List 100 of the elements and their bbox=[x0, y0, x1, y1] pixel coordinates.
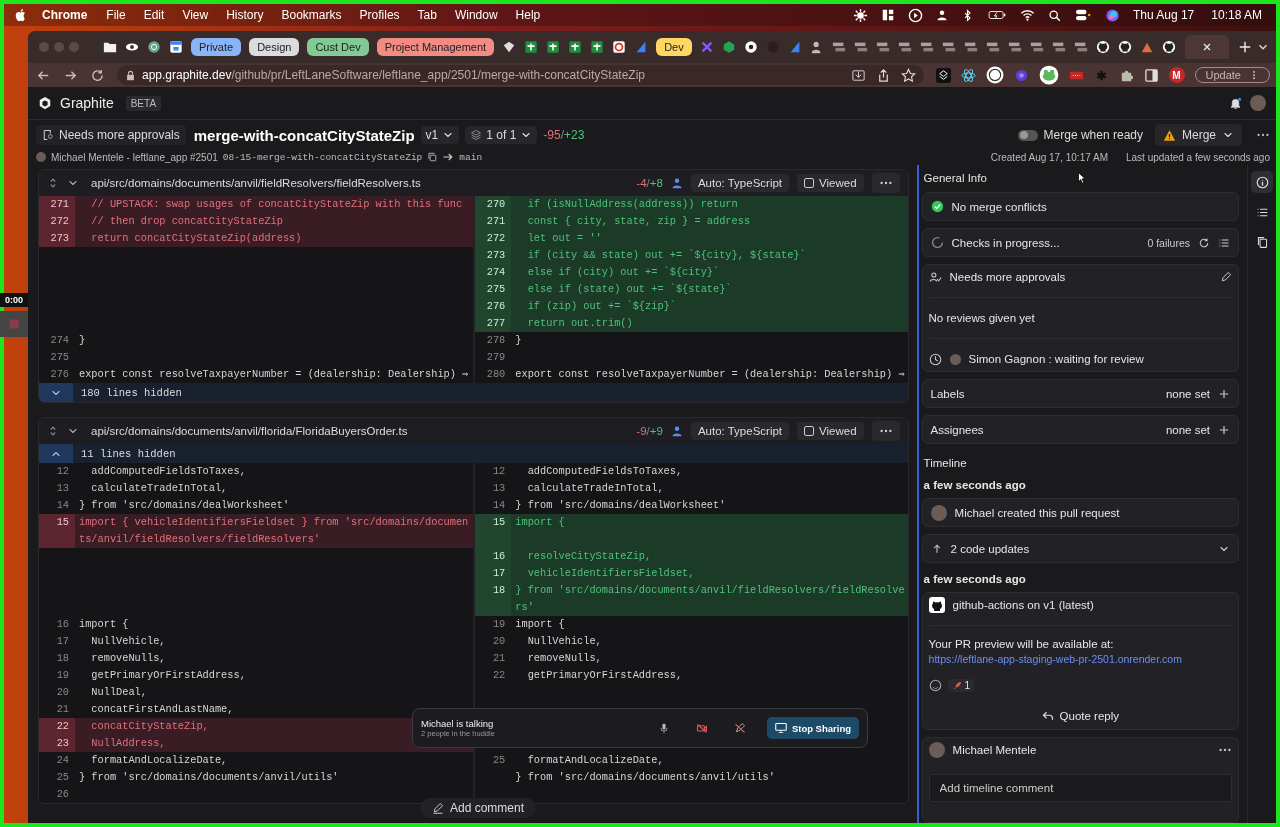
author-text: Michael Mentele - leftlane_app #2501 bbox=[51, 151, 218, 163]
line-number: 20 bbox=[492, 635, 506, 647]
expand-lines-button[interactable] bbox=[39, 383, 73, 402]
url-text: app.graphite.dev/github/pr/LeftLaneSoftware/leftlane_app/2501/merge-with-concatCityStateZip bbox=[142, 68, 645, 82]
install-icon[interactable] bbox=[850, 67, 866, 83]
person-icon bbox=[670, 177, 683, 189]
battery-icon[interactable] bbox=[986, 8, 1007, 22]
version-dropdown[interactable]: v1 bbox=[420, 126, 460, 144]
viewed-checkbox[interactable]: Viewed bbox=[797, 174, 864, 192]
viewed-checkbox[interactable]: Viewed bbox=[797, 422, 864, 440]
code-text: const { city, state, zip } = address bbox=[526, 215, 751, 227]
star-icon[interactable] bbox=[900, 67, 916, 83]
menu-item[interactable]: File bbox=[97, 8, 135, 22]
emoji-icon[interactable] bbox=[928, 678, 942, 692]
search-icon[interactable] bbox=[1047, 8, 1061, 22]
apple-icon[interactable] bbox=[14, 8, 28, 22]
preview-link[interactable]: https://leftlane-app-staging-web-pr-2501.onrender.com bbox=[928, 652, 1233, 667]
menu-item[interactable]: Edit bbox=[134, 8, 174, 22]
app-menu[interactable]: Chrome bbox=[28, 8, 98, 22]
sidebar-tab[interactable] bbox=[1251, 171, 1273, 193]
add-button[interactable] bbox=[1218, 387, 1231, 400]
menu-item[interactable]: History bbox=[217, 8, 273, 22]
refresh-icon[interactable] bbox=[1198, 236, 1211, 249]
merge-when-ready-toggle[interactable] bbox=[1017, 129, 1038, 141]
reviewer-icon bbox=[928, 270, 942, 284]
quote-reply-button[interactable]: Quote reply bbox=[922, 703, 1239, 729]
code-text: NullVehicle, bbox=[90, 635, 166, 647]
sun-icon[interactable] bbox=[852, 7, 868, 23]
user-avatar[interactable] bbox=[1250, 95, 1266, 111]
line-number: 272 bbox=[50, 215, 69, 227]
code-text: vehicleIdentifiersFieldset, bbox=[526, 567, 695, 579]
comment-input[interactable]: Add timeline comment bbox=[928, 774, 1233, 802]
plus-icon bbox=[1218, 423, 1231, 436]
expand-lines-button[interactable] bbox=[39, 444, 73, 463]
window-icon bbox=[941, 40, 956, 54]
reload-icon[interactable] bbox=[90, 67, 105, 83]
line-number: 274 bbox=[486, 266, 506, 278]
branch-name: 08-15-merge-with-concatCityStateZip bbox=[222, 151, 423, 163]
line-number: 271 bbox=[486, 215, 506, 227]
line-number: 25 bbox=[492, 754, 506, 766]
approval-status: Needs more approvals bbox=[949, 271, 1066, 283]
play-icon[interactable] bbox=[907, 7, 923, 23]
monitor-icon bbox=[774, 722, 787, 734]
gear-icon[interactable] bbox=[1013, 67, 1029, 83]
menubar-clock: 10:18 AM bbox=[1210, 8, 1262, 22]
tab-group-chip[interactable]: Dev bbox=[656, 38, 692, 56]
profile-avatar[interactable]: M bbox=[1168, 67, 1185, 83]
line-number: 270 bbox=[486, 198, 506, 210]
circle-icon bbox=[146, 40, 161, 54]
layers-icon[interactable] bbox=[935, 67, 951, 83]
reaction-chip[interactable]: 1 bbox=[947, 678, 975, 692]
stop-sharing-button[interactable]: Stop Sharing bbox=[766, 717, 859, 739]
edit-icon[interactable] bbox=[1220, 271, 1233, 283]
line-number: 18 bbox=[56, 652, 69, 664]
code-text: export const resolveTaxpayerNumber = (dealership: Dealership) ⇒ bbox=[515, 368, 905, 380]
code-text: import { bbox=[79, 618, 129, 630]
orb-icon[interactable] bbox=[1104, 7, 1120, 23]
sidebar-field[interactable]: Assignees none set bbox=[921, 415, 1240, 444]
code-text: calculateTradeInTotal, bbox=[526, 482, 664, 494]
lock-icon bbox=[125, 69, 136, 81]
tab-group-chip[interactable]: Design bbox=[249, 38, 300, 56]
spreadsheet-icon bbox=[524, 40, 539, 54]
tab-group-chip[interactable]: Cust Dev bbox=[307, 38, 369, 56]
merge-button[interactable]: Merge bbox=[1155, 124, 1242, 146]
new-tab-icon[interactable] bbox=[1238, 40, 1252, 54]
sidebar-icon[interactable] bbox=[1143, 67, 1159, 83]
tab-group-chip[interactable]: Project Management bbox=[376, 38, 495, 56]
menu-item[interactable]: View bbox=[173, 8, 218, 22]
toggle-label: Merge when ready bbox=[1043, 128, 1143, 142]
atom-icon[interactable] bbox=[960, 67, 976, 83]
menu-item[interactable]: Profiles bbox=[350, 8, 409, 22]
code-text: getPrimaryOrFirstAddress, bbox=[90, 669, 246, 681]
wifi-icon[interactable] bbox=[1019, 8, 1035, 22]
stack-dropdown[interactable]: 1 of 1 bbox=[465, 126, 538, 144]
user-avatar bbox=[928, 742, 945, 758]
line-number: 12 bbox=[492, 465, 506, 477]
menu-item[interactable]: Help bbox=[506, 8, 550, 22]
code-updates-row[interactable]: 2 code updates bbox=[921, 534, 1240, 563]
language-button[interactable]: Auto: TypeScript bbox=[690, 174, 790, 192]
compass-icon[interactable] bbox=[985, 66, 1004, 84]
grid-icon[interactable] bbox=[880, 8, 895, 22]
line-number: 21 bbox=[56, 703, 69, 715]
bell-icon[interactable] bbox=[1229, 96, 1242, 110]
code-text: calculateTradeInTotal, bbox=[90, 482, 228, 494]
code-text: } from 'src/domains/dealWorksheet' bbox=[79, 499, 290, 511]
copy-icon[interactable] bbox=[427, 152, 438, 162]
code-text: } from 'src/domains/dealWorksheet' bbox=[515, 499, 726, 511]
sidebar-field[interactable]: Labels none set bbox=[921, 379, 1240, 408]
language-button[interactable]: Auto: TypeScript bbox=[690, 422, 790, 440]
tab-group-chip[interactable]: Private bbox=[190, 38, 242, 56]
add-button[interactable] bbox=[1218, 423, 1231, 436]
address-bar[interactable]: app.graphite.dev/github/pr/LeftLaneSoftware/leftlane_app/2501/merge-with-concatCityStateZip bbox=[117, 65, 924, 85]
toggles-icon[interactable] bbox=[1073, 8, 1092, 22]
menu-item[interactable]: Window bbox=[445, 8, 507, 22]
frog-icon[interactable] bbox=[1038, 65, 1059, 85]
menu-item[interactable]: Bookmarks bbox=[272, 8, 351, 22]
window-icon bbox=[919, 40, 934, 54]
menu-item[interactable]: Tab bbox=[408, 8, 446, 22]
comment-author: Michael Mentele bbox=[952, 744, 1037, 756]
code-text: addComputedFieldsToTaxes, bbox=[526, 465, 683, 477]
